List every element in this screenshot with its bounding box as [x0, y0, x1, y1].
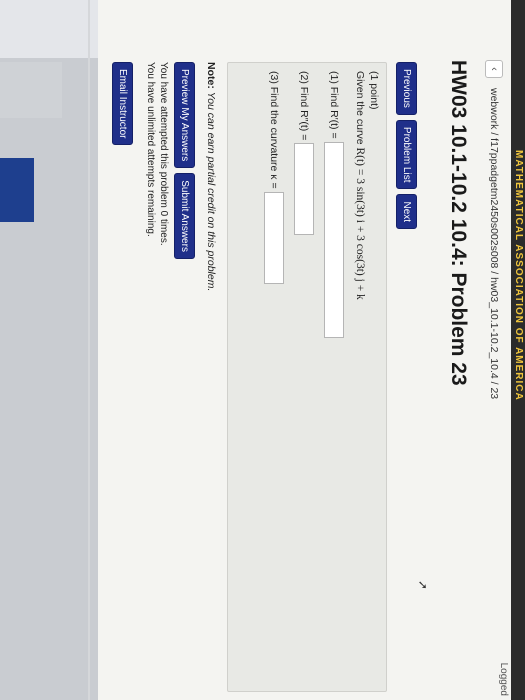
given-prefix: Given the curve — [354, 71, 366, 145]
submit-answers-button[interactable]: Submit Answers — [174, 173, 195, 259]
q1-answer-input[interactable] — [324, 141, 344, 338]
question-1: (1) Find R′(t) = — [324, 71, 344, 683]
problem-box: (1 point) Given the curve R(t) = 3 sin(3… — [227, 62, 387, 692]
remaining-text: You have unlimited attempts remaining. — [145, 62, 156, 237]
screen-left-edge — [0, 0, 98, 700]
note-label: Note: — [205, 62, 217, 89]
previous-button[interactable]: Previous — [396, 62, 417, 115]
page-title: HW03 10.1-10.2 10.4: Problem 23 — [447, 60, 470, 386]
edge-band — [0, 62, 62, 118]
problem-statement: Given the curve R(t) = 3 sin(3t) i + 3 c… — [354, 71, 366, 683]
preview-answers-button[interactable]: Preview My Answers — [174, 62, 195, 169]
q2-answer-input[interactable] — [294, 143, 314, 236]
points-label: (1 point) — [368, 71, 380, 110]
edge-divider — [88, 0, 90, 700]
next-button[interactable]: Next — [396, 194, 417, 230]
q2-label: (2) Find R″(t) = — [298, 71, 310, 141]
partial-credit-note: Note: You can earn partial credit on thi… — [205, 62, 217, 291]
question-2: (2) Find R″(t) = — [294, 71, 314, 683]
breadcrumb[interactable]: webwork / f17ppadgetm2450s002s008 / hw03… — [488, 88, 500, 399]
note-text: You can earn partial credit on this prob… — [205, 91, 217, 292]
email-instructor-wrap: Email Instructor — [112, 62, 133, 146]
attempt-status: You have attempted this problem 0 times.… — [144, 62, 170, 246]
curve-equation: R(t) = 3 sin(3t) i + 3 cos(3t) j + k — [354, 147, 366, 300]
problem-list-button[interactable]: Problem List — [396, 119, 417, 190]
back-chevron-icon[interactable]: ‹ — [485, 60, 503, 78]
email-instructor-button[interactable]: Email Instructor — [112, 62, 133, 146]
side-accent-bar — [0, 158, 34, 222]
q1-label: (1) Find R′(t) = — [328, 71, 340, 139]
browser-viewport: MATHEMATICAL ASSOCIATION OF AMERICA Logg… — [98, 0, 525, 700]
q3-answer-input[interactable] — [264, 191, 284, 284]
answer-actions: Preview My Answers Submit Answers — [174, 62, 195, 259]
edge-band — [0, 0, 98, 58]
q3-label: (3) Find the curvature κ = — [268, 71, 280, 189]
question-3: (3) Find the curvature κ = — [264, 71, 284, 683]
logged-in-text: Logged — [498, 662, 509, 696]
attempted-text: You have attempted this problem 0 times. — [158, 62, 169, 246]
site-banner: MATHEMATICAL ASSOCIATION OF AMERICA — [511, 0, 525, 700]
webwork-page: MATHEMATICAL ASSOCIATION OF AMERICA Logg… — [98, 0, 525, 700]
mouse-cursor-icon: ➚ — [416, 580, 430, 591]
problem-nav: Previous Problem List Next — [396, 62, 417, 230]
